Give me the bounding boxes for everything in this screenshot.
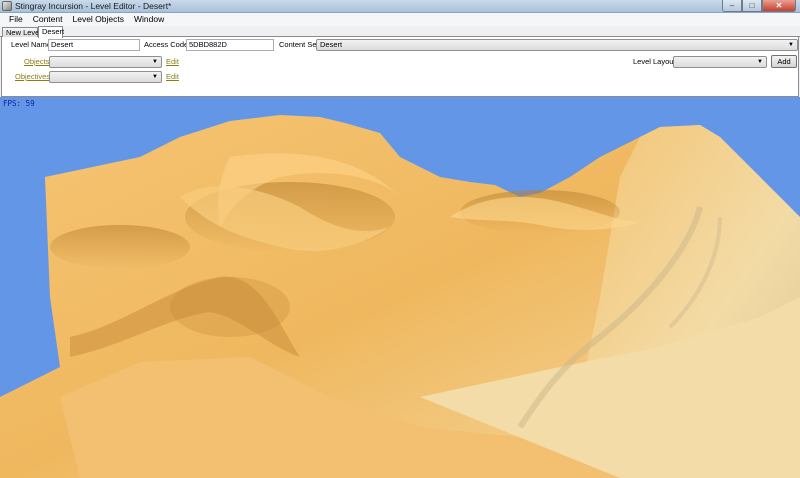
add-layout-button[interactable]: Add — [771, 55, 797, 68]
content-set-label: Content Set — [279, 40, 319, 49]
title-bar: Stingray Incursion - Level Editor - Dese… — [0, 0, 800, 13]
terrain-render — [0, 115, 800, 478]
window-title: Stingray Incursion - Level Editor - Dese… — [15, 1, 172, 11]
level-layout-select[interactable]: ▼ — [673, 56, 767, 68]
menu-content[interactable]: Content — [28, 13, 68, 26]
minimize-button[interactable]: – — [722, 0, 742, 12]
objectives-edit-link[interactable]: Edit — [166, 72, 179, 82]
menu-file[interactable]: File — [4, 13, 28, 26]
objects-edit-link[interactable]: Edit — [166, 57, 179, 67]
objectives-select[interactable]: ▼ — [49, 71, 162, 83]
level-layout-label: Level Layout — [633, 57, 676, 66]
level-properties-panel: Level Name Desert Access Code 5DBD882D C… — [1, 37, 799, 97]
maximize-button[interactable]: □ — [742, 0, 762, 12]
chevron-down-icon: ▼ — [788, 42, 794, 48]
window-controls: – □ ✕ — [722, 0, 796, 12]
chevron-down-icon: ▼ — [757, 59, 763, 65]
level-name-label: Level Name — [11, 40, 52, 49]
menu-bar: File Content Level Objects Window — [0, 13, 800, 26]
menu-window[interactable]: Window — [129, 13, 169, 26]
terrain-viewport[interactable]: FPS: 59 — [0, 97, 800, 478]
objects-link[interactable]: Objects — [24, 57, 49, 67]
objects-select[interactable]: ▼ — [49, 56, 162, 68]
tab-desert[interactable]: Desert — [38, 26, 64, 38]
chevron-down-icon: ▼ — [152, 59, 158, 65]
tab-new-level[interactable]: New Level* — [2, 27, 44, 37]
fps-counter: FPS: 59 — [3, 99, 35, 108]
level-name-input[interactable]: Desert — [48, 39, 140, 51]
app-icon — [2, 1, 12, 11]
close-button[interactable]: ✕ — [762, 0, 796, 12]
objectives-link[interactable]: Objectives — [15, 72, 50, 82]
access-code-label: Access Code — [144, 40, 189, 49]
menu-level-objects[interactable]: Level Objects — [67, 13, 129, 26]
access-code-input[interactable]: 5DBD882D — [186, 39, 274, 51]
chevron-down-icon: ▼ — [152, 74, 158, 80]
content-set-select[interactable]: Desert ▼ — [316, 39, 798, 51]
content-set-value: Desert — [320, 40, 343, 49]
document-tabs: New Level* Desert — [0, 26, 800, 38]
